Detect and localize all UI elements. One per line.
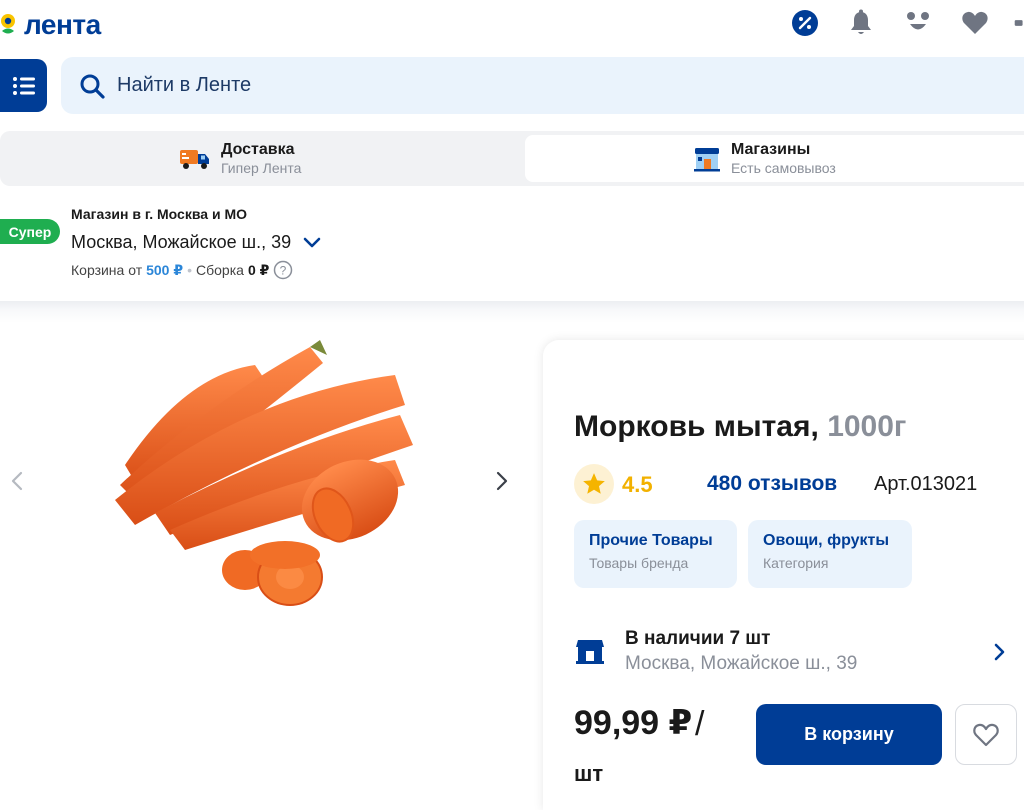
add-to-favorites-button[interactable] xyxy=(955,704,1017,765)
cart-min-label: Корзина от xyxy=(71,262,143,278)
article-number: Арт.013021 xyxy=(874,473,978,495)
store-building-icon xyxy=(694,147,720,171)
product-price: 99,99 ₽ xyxy=(574,704,693,742)
cart-icon[interactable] xyxy=(1014,8,1024,38)
assembly-value: 0 ₽ xyxy=(247,261,270,278)
tab-stores-subtitle: Есть самовывоз xyxy=(731,160,836,176)
add-to-cart-button[interactable]: В корзину xyxy=(756,704,942,765)
promo-percent-icon[interactable] xyxy=(790,8,820,38)
tab-delivery-title: Доставка xyxy=(221,141,295,158)
catalog-menu-button[interactable] xyxy=(0,59,47,112)
star-icon xyxy=(583,473,605,494)
chevron-right-icon xyxy=(496,471,508,491)
product-image-carrots xyxy=(115,340,413,606)
heart-outline-icon xyxy=(973,723,999,746)
store-order-info: Корзина от 500 ₽ • Сборка 0 ₽ ? xyxy=(71,260,293,280)
chip-category-subtitle: Категория xyxy=(763,555,829,571)
profile-face-icon[interactable] xyxy=(903,8,933,38)
product-weight: 1000г xyxy=(827,410,907,443)
favorites-heart-icon[interactable] xyxy=(960,8,990,38)
store-region-label: Магазин в г. Москва и МО xyxy=(71,206,247,222)
delivery-truck-icon xyxy=(180,149,209,169)
logo-text: лента xyxy=(24,9,101,40)
availability-address: Москва, Можайское ш., 39 xyxy=(625,653,858,674)
tab-stores-title: Магазины xyxy=(731,141,811,158)
search-icon xyxy=(80,74,105,99)
chip-brand-products[interactable]: Прочие Товары Товары бренда xyxy=(574,520,737,588)
rating-badge xyxy=(574,464,614,504)
price-unit: шт xyxy=(574,761,604,786)
tab-delivery[interactable]: Доставка Гипер Лента xyxy=(179,131,301,186)
search-input[interactable]: Найти в Ленте xyxy=(117,74,251,97)
svg-text:?: ? xyxy=(280,264,287,278)
chevron-down-icon xyxy=(303,237,321,247)
cart-min-value: 500 ₽ xyxy=(146,261,184,278)
chip-brand-title: Прочие Товары xyxy=(589,532,713,549)
tab-stores[interactable]: Магазины Есть самовывоз xyxy=(693,131,836,186)
help-question-icon[interactable]: ? xyxy=(273,260,293,280)
store-availability-icon xyxy=(576,640,604,664)
assembly-label: Сборка xyxy=(196,262,244,278)
price-separator: / xyxy=(695,705,705,743)
gallery-next-button[interactable] xyxy=(492,468,512,494)
chevron-left-icon xyxy=(11,471,23,491)
chip-category-title: Овощи, фрукты xyxy=(763,532,890,549)
list-menu-icon xyxy=(12,76,35,95)
section-divider xyxy=(0,301,1024,323)
tab-delivery-subtitle: Гипер Лента xyxy=(221,160,302,176)
lenta-logo[interactable]: лента xyxy=(0,9,101,40)
gallery-prev-button[interactable] xyxy=(7,468,27,494)
rating-value: 4.5 xyxy=(622,472,653,497)
search-bar[interactable]: Найти в Ленте xyxy=(61,57,1024,114)
reviews-link[interactable]: 480 отзывов xyxy=(707,472,837,496)
chip-category[interactable]: Овощи, фрукты Категория xyxy=(748,520,912,588)
delivery-mode-tabs: Доставка Гипер Лента Магазины Есть самов… xyxy=(0,131,1024,186)
sunflower-logo-icon xyxy=(1,14,15,34)
bell-icon[interactable] xyxy=(846,8,876,38)
store-format-badge: Супер xyxy=(0,219,60,244)
store-address: Москва, Можайское ш., 39 xyxy=(71,232,292,252)
availability-chevron-right-icon[interactable] xyxy=(993,642,1007,662)
info-dot: • xyxy=(187,262,193,278)
availability-status: В наличии 7 шт xyxy=(625,628,771,649)
product-name: Морковь мытая, xyxy=(574,410,819,443)
chip-brand-subtitle: Товары бренда xyxy=(589,555,689,571)
product-title: Морковь мытая, 1000г xyxy=(574,410,906,444)
store-address-selector[interactable]: Москва, Можайское ш., 39 xyxy=(71,232,321,253)
